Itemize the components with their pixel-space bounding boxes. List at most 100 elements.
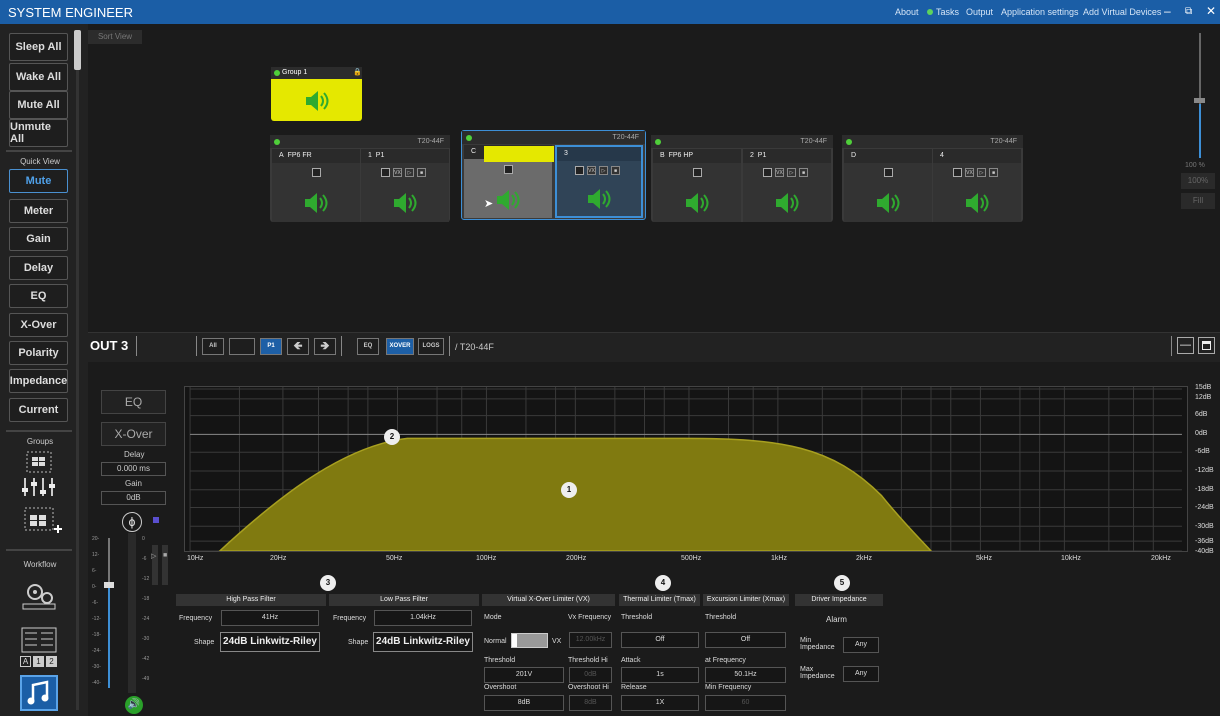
sort-view-button[interactable]: Sort View xyxy=(88,30,142,44)
thermal-attack-input[interactable]: 1s xyxy=(621,667,699,683)
marker-1[interactable]: 1 xyxy=(561,482,577,498)
menu-about[interactable]: About xyxy=(895,7,919,17)
speaker-icon[interactable] xyxy=(391,191,419,215)
polarity-icon[interactable]: ϕ xyxy=(122,512,142,532)
channel-checkbox[interactable] xyxy=(884,168,893,177)
vx-threshold-input[interactable]: 201V xyxy=(484,667,564,683)
quickview-gain-button[interactable]: Gain xyxy=(9,227,68,251)
menu-add-virtual-devices[interactable]: Add Virtual Devices xyxy=(1083,7,1161,17)
collapse-panel-icon[interactable]: — xyxy=(1177,337,1194,354)
output-3-selected[interactable]: 3 VX ▷ ■ xyxy=(555,145,643,218)
delay-value[interactable]: 0.000 ms xyxy=(101,462,166,476)
speaker-icon[interactable] xyxy=(874,191,902,215)
max-impedance-select[interactable]: Any xyxy=(843,666,879,682)
channel-checkbox[interactable] xyxy=(381,168,390,177)
maximize-panel-icon[interactable] xyxy=(1198,337,1215,354)
zoom-fill-button[interactable]: Fill xyxy=(1181,193,1215,209)
vx-frequency-input[interactable]: 12.00kHz xyxy=(569,632,612,648)
sidebar-scrollbar[interactable] xyxy=(74,30,81,70)
excursion-min-frequency-input[interactable]: 60 xyxy=(705,695,786,711)
channel-b[interactable]: B FP6 HP xyxy=(653,149,741,222)
mute-all-button[interactable]: Mute All xyxy=(9,91,68,119)
quickview-impedance-button[interactable]: Impedance xyxy=(9,369,68,393)
channel-checkbox[interactable] xyxy=(693,168,702,177)
arrow-right-icon[interactable]: 🡺 xyxy=(314,338,336,355)
quickview-current-button[interactable]: Current xyxy=(9,398,68,422)
device-card[interactable]: T20-44F D 4 VX ▷ ■ xyxy=(842,135,1023,222)
channel-checkbox[interactable] xyxy=(312,168,321,177)
quickview-polarity-button[interactable]: Polarity xyxy=(9,341,68,365)
crossover-graph[interactable] xyxy=(184,386,1188,552)
mute-toggle-icon[interactable]: 🔊 xyxy=(125,696,143,714)
excursion-threshold-input[interactable]: Off xyxy=(705,632,786,648)
min-impedance-select[interactable]: Any xyxy=(843,637,879,653)
wake-all-button[interactable]: Wake All xyxy=(9,63,68,91)
filter-all-button[interactable]: All xyxy=(202,338,224,355)
channel-checkbox[interactable] xyxy=(763,168,772,177)
sleep-all-button[interactable]: Sleep All xyxy=(9,33,68,61)
thermal-release-input[interactable]: 1X xyxy=(621,695,699,711)
vx-mode-toggle[interactable] xyxy=(511,633,548,648)
device-card-selected[interactable]: T20-44F C ➤ 3 VX ▷ ■ xyxy=(461,130,646,220)
quickview-xover-button[interactable]: X-Over xyxy=(9,313,68,337)
zoom-fader-knob[interactable] xyxy=(1194,98,1205,103)
quickview-mute-button[interactable]: Mute xyxy=(9,169,68,193)
speaker-icon[interactable] xyxy=(773,191,801,215)
xover-view-button[interactable]: X-Over xyxy=(101,422,166,446)
hpf-shape-select[interactable]: 24dB Linkwitz-Riley xyxy=(220,632,320,652)
output-4[interactable]: 4 VX ▷ ■ xyxy=(933,149,1021,222)
channel-d[interactable]: D xyxy=(844,149,932,222)
gain-fader-knob[interactable] xyxy=(104,582,114,588)
quickview-eq-button[interactable]: EQ xyxy=(9,284,68,308)
add-group-icon[interactable] xyxy=(24,507,62,537)
device-card[interactable]: T20-44F A FP6 FR 1 P1 VX ▷ ■ xyxy=(270,135,450,222)
settings-gears-icon[interactable] xyxy=(21,580,57,610)
menu-tasks[interactable]: Tasks xyxy=(936,7,959,17)
output-2[interactable]: 2 P1 VX ▷ ■ xyxy=(743,149,831,222)
restore-icon[interactable]: ⧉ xyxy=(1185,6,1192,17)
vx-overshoot-input[interactable]: 8dB xyxy=(484,695,564,711)
lpf-shape-select[interactable]: 24dB Linkwitz-Riley xyxy=(373,632,473,652)
minimize-icon[interactable]: – xyxy=(1164,4,1171,18)
group-grid-icon[interactable] xyxy=(26,451,52,473)
zoom-100-button[interactable]: 100% xyxy=(1181,173,1215,189)
output-1[interactable]: 1 P1 VX ▷ ■ xyxy=(361,149,449,222)
channel-c[interactable]: C ➤ xyxy=(464,145,554,218)
logs-tab-button[interactable]: LOGS xyxy=(418,338,444,355)
group-faders-icon[interactable] xyxy=(21,476,57,498)
menu-application-settings[interactable]: Application settings xyxy=(1001,7,1079,17)
channel-checkbox[interactable] xyxy=(575,166,584,175)
quickview-meter-button[interactable]: Meter xyxy=(9,199,68,223)
unmute-all-button[interactable]: Unmute All xyxy=(9,119,68,147)
channel-checkbox[interactable] xyxy=(953,168,962,177)
arrow-left-icon[interactable]: 🡸 xyxy=(287,338,309,355)
eq-view-button[interactable]: EQ xyxy=(101,390,166,414)
device-card[interactable]: T20-44F B FP6 HP 2 P1 VX ▷ ■ xyxy=(651,135,833,222)
vx-threshold-hi-input[interactable]: 0dB xyxy=(569,667,612,683)
menu-output[interactable]: Output xyxy=(966,7,993,17)
quickview-delay-button[interactable]: Delay xyxy=(9,256,68,280)
lpf-frequency-input[interactable]: 1.04kHz xyxy=(374,610,472,626)
speaker-icon[interactable] xyxy=(683,191,711,215)
thermal-threshold-input[interactable]: Off xyxy=(621,632,699,648)
marker-2[interactable]: 2 xyxy=(384,429,400,445)
vx-overshoot-hi-input[interactable]: 8dB xyxy=(569,695,612,711)
channel-checkbox[interactable] xyxy=(504,165,513,174)
music-workflow-button[interactable] xyxy=(20,675,58,711)
speaker-icon[interactable] xyxy=(494,188,522,212)
filter-blank-button[interactable] xyxy=(229,338,255,355)
channel-a[interactable]: A FP6 FR xyxy=(272,149,360,222)
gain-value[interactable]: 0dB xyxy=(101,491,166,505)
speaker-icon[interactable] xyxy=(303,89,331,113)
group-card[interactable]: Group 1 🔒 xyxy=(271,67,362,121)
speaker-icon[interactable] xyxy=(302,191,330,215)
hpf-frequency-input[interactable]: 41Hz xyxy=(221,610,319,626)
speaker-icon[interactable] xyxy=(585,187,613,211)
filter-p1-button[interactable]: P1 xyxy=(260,338,282,355)
list-view-icon[interactable] xyxy=(21,627,57,653)
speaker-icon[interactable] xyxy=(963,191,991,215)
close-icon[interactable]: ✕ xyxy=(1206,4,1216,18)
xover-tab-button[interactable]: XOVER xyxy=(386,338,414,355)
excursion-frequency-input[interactable]: 50.1Hz xyxy=(705,667,786,683)
eq-tab-button[interactable]: EQ xyxy=(357,338,379,355)
